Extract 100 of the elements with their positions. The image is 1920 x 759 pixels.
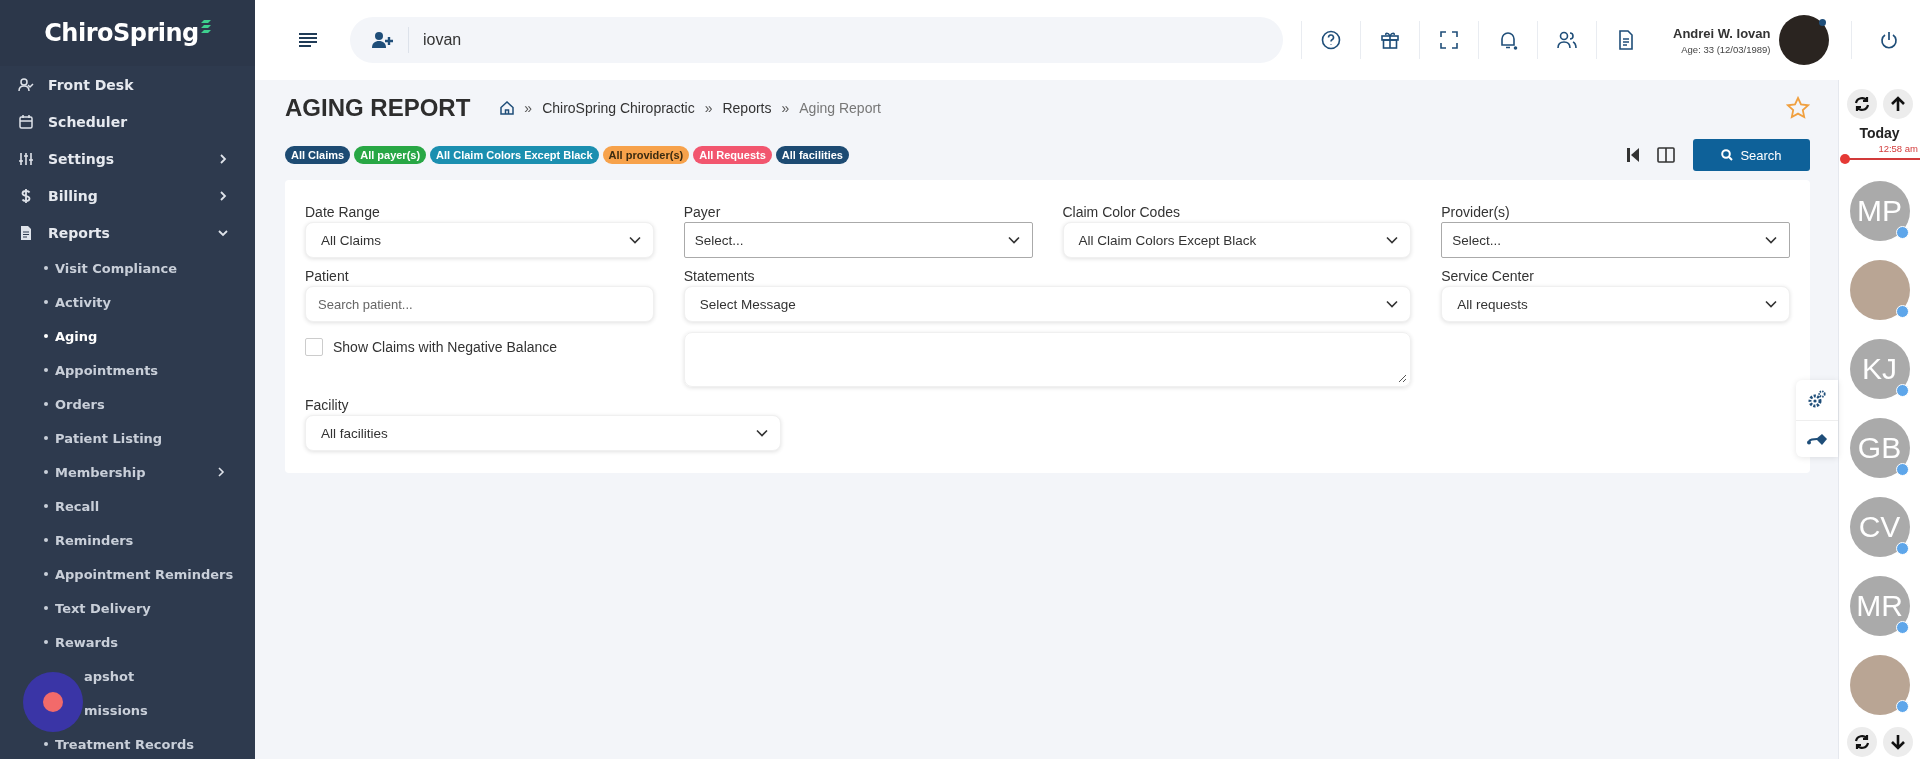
bullet-icon (44, 368, 48, 372)
sidebar-subitem[interactable]: Aging (0, 319, 255, 353)
sidebar-item[interactable]: Billing (0, 177, 255, 214)
scroll-up-button[interactable] (1882, 89, 1913, 119)
paint-bucket-icon[interactable] (1807, 433, 1827, 447)
user-check-icon (18, 76, 34, 93)
sidebar-label: Recall (55, 498, 101, 514)
skip-back-icon[interactable] (1627, 148, 1639, 162)
sidebar-subitem[interactable]: Appointment Reminders (0, 557, 255, 591)
sidebar-item[interactable]: Front Desk (0, 66, 255, 103)
gift-icon[interactable] (1380, 30, 1400, 50)
sidebar-label: Billing (48, 187, 99, 204)
select-field[interactable]: Select... (1441, 222, 1790, 258)
select-field[interactable]: All Claims (305, 222, 654, 258)
sidebar-subitem[interactable]: Appointments (0, 353, 255, 387)
columns-icon[interactable] (1657, 147, 1675, 163)
scroll-down-button[interactable] (1882, 727, 1913, 757)
refresh-button[interactable] (1846, 89, 1877, 119)
select-field[interactable]: Select... (683, 222, 1033, 258)
filter-tag: All facilities (775, 146, 849, 164)
breadcrumb-separator: » (524, 100, 533, 116)
search-value: iovan (423, 31, 462, 49)
field-label: Claim Color Codes (1062, 204, 1181, 220)
sidebar-label: Orders (55, 396, 106, 412)
record-button[interactable] (23, 672, 83, 732)
field-label: Date Range (305, 204, 381, 220)
sidebar-label: Scheduler (48, 113, 129, 130)
field-label: Facility (305, 397, 350, 413)
search-field[interactable]: iovan (350, 17, 1283, 63)
checkbox[interactable] (305, 338, 323, 356)
sidebar-subitem[interactable]: Rewards (0, 625, 255, 659)
sidebar-label: Rewards (55, 634, 120, 650)
sidebar-label: Visit Compliance (55, 260, 178, 276)
document-icon (18, 224, 34, 241)
select-field[interactable]: All facilities (305, 415, 781, 451)
star-icon[interactable] (1786, 96, 1810, 120)
sidebar-item[interactable]: Scheduler (0, 103, 255, 140)
sidebar-item[interactable]: Reports (0, 214, 255, 251)
gears-icon[interactable] (1807, 390, 1827, 408)
sidebar-subitem[interactable]: Patient Listing (0, 421, 255, 455)
sidebar-subitem[interactable]: Orders (0, 387, 255, 421)
breadcrumb-item[interactable]: ChiroSpring Chiropractic (542, 100, 695, 116)
sidebar-label: Membership (55, 464, 147, 480)
menu-icon[interactable] (298, 32, 318, 48)
fullscreen-icon[interactable] (1439, 30, 1459, 50)
sidebar-label: Reminders (55, 532, 135, 548)
search-icon (1721, 149, 1734, 161)
logo-text: ChiroSpring (44, 19, 199, 47)
refresh-button[interactable] (1846, 727, 1877, 757)
sidebar-item[interactable]: Settings (0, 140, 255, 177)
bullet-icon (44, 470, 48, 474)
breadcrumb-item[interactable]: Reports (722, 100, 772, 116)
chevron-down-icon (1765, 300, 1777, 308)
bullet-icon (44, 300, 48, 304)
field-label: Patient (305, 268, 350, 284)
select-field[interactable]: All Claim Colors Except Black (1062, 222, 1412, 258)
sidebar-subitem[interactable]: Treatment Records (0, 727, 255, 759)
breadcrumb-item: Aging Report (799, 100, 881, 116)
chevron-right-icon (215, 466, 227, 478)
sidebar-label: Reports (48, 224, 111, 241)
bullet-icon (44, 640, 48, 644)
home-icon[interactable] (500, 101, 515, 115)
help-icon[interactable] (1321, 30, 1341, 50)
chevron-down-icon (756, 429, 768, 437)
sidebar-label: Patient Listing (55, 430, 164, 446)
add-user-icon (372, 31, 394, 49)
patient-search-field[interactable]: Search patient... (305, 286, 654, 322)
sidebar-subitem[interactable]: Membership (0, 455, 255, 489)
sidebar-subitem[interactable]: Reminders (0, 523, 255, 557)
search-button[interactable]: Search (1693, 139, 1810, 171)
breadcrumb-separator: » (781, 100, 790, 116)
today-label: Today (1859, 125, 1900, 141)
sidebar-subitem[interactable]: Text Delivery (0, 591, 255, 625)
avatar-photo-placeholder[interactable] (1778, 15, 1829, 65)
sidebar-subitem[interactable]: Recall (0, 489, 255, 523)
chevron-down-icon (628, 236, 641, 244)
resize-handle-icon[interactable] (1397, 373, 1408, 383)
filter-tag: All Requests (693, 146, 772, 164)
sidebar-subitem[interactable]: Activity (0, 285, 255, 319)
power-icon[interactable] (1879, 31, 1898, 49)
sidebar-subitem[interactable]: Visit Compliance (0, 251, 255, 285)
sidebar-label: Treatment Records (55, 736, 195, 752)
arrow-down-icon (1889, 734, 1906, 750)
document-icon[interactable] (1616, 30, 1636, 50)
bullet-icon (44, 402, 48, 406)
users-icon[interactable] (1557, 30, 1577, 50)
select-field[interactable]: Select Message (683, 286, 1412, 322)
select-field[interactable]: All requests (1441, 286, 1790, 322)
current-time-line: 12:58 am (1840, 141, 1920, 165)
page-title: AGING REPORT (285, 94, 471, 122)
notification-bell-icon[interactable] (1498, 30, 1518, 50)
sidebar-label: Aging (55, 328, 99, 344)
sidebar-subitem[interactable]: apshot (0, 659, 255, 693)
sidebar-label: Activity (55, 294, 113, 310)
refresh-icon (1853, 734, 1870, 750)
filter-tag: All Claim Colors Except Black (430, 146, 599, 164)
user-name: Andrei W. Iovan (1673, 25, 1771, 41)
sidebar-subitem[interactable]: missions (0, 693, 255, 727)
arrow-up-icon (1889, 96, 1906, 112)
chevron-down-icon (1765, 236, 1777, 244)
